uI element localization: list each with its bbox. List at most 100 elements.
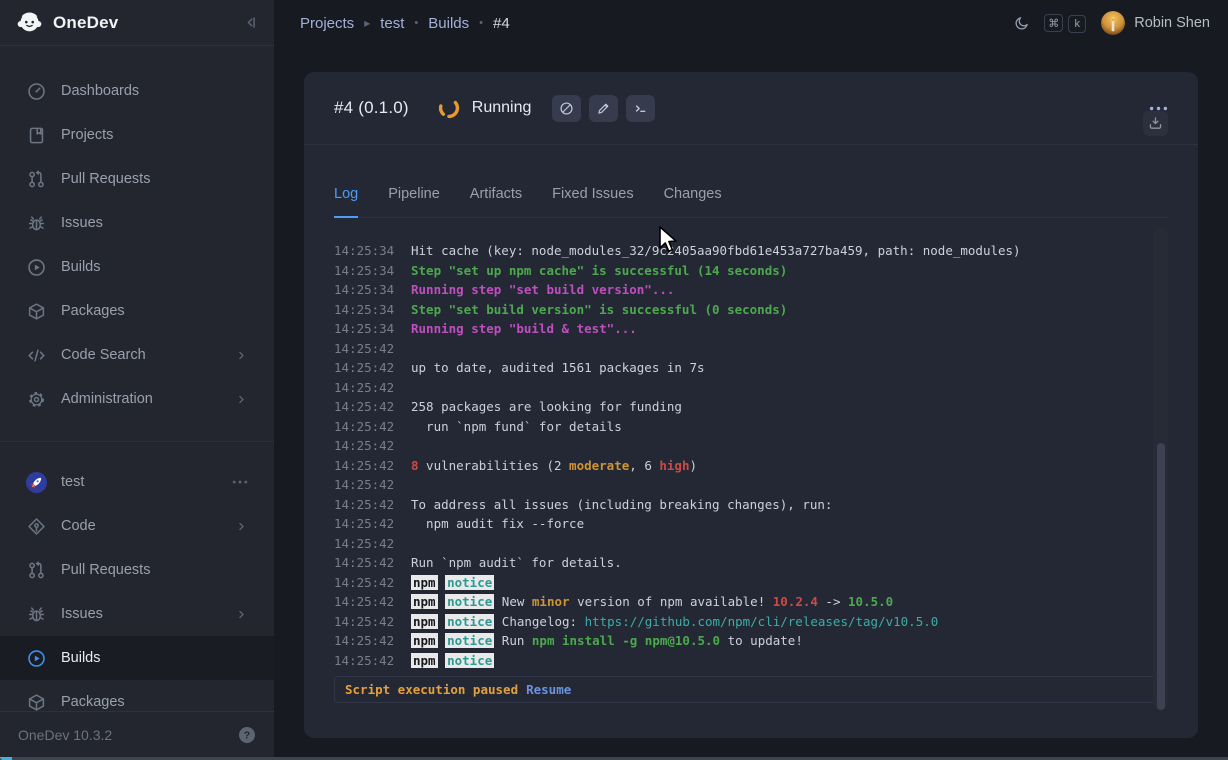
sidebar-item-label: Issues [61, 606, 103, 622]
breadcrumb-item-projects[interactable]: Projects [300, 15, 354, 32]
user-menu[interactable]: Robin Shen [1101, 11, 1210, 35]
build-status: Running [472, 99, 532, 117]
dashboard-icon [27, 82, 46, 101]
breadcrumb-item-test[interactable]: test [380, 15, 404, 32]
sidebar: OneDev DashboardsProjectsPull RequestsIs… [0, 0, 274, 757]
log-message: npm notice Changelog: https://github.com… [411, 612, 938, 632]
log-message: Hit cache (key: node_modules_32/9c2405aa… [411, 244, 1021, 261]
sidebar-item-label: Packages [61, 694, 125, 710]
sidebar-item-label: Code [61, 518, 96, 534]
tab-artifacts[interactable]: Artifacts [470, 186, 522, 217]
sidebar-item-issues[interactable]: Issues [0, 592, 274, 636]
tab-pipeline[interactable]: Pipeline [388, 186, 440, 217]
log-message: 258 packages are looking for funding [411, 397, 682, 417]
log-timestamp: 14:25:34 [334, 261, 395, 281]
package-icon [27, 693, 46, 712]
sidebar-item-projects[interactable]: Projects [0, 113, 274, 157]
sidebar-item-administration[interactable]: Administration [0, 377, 274, 421]
sidebar-item-label: Projects [61, 127, 113, 143]
log-line: 14:25:42Run `npm audit` for details. [334, 553, 1168, 573]
sidebar-project-section: test Code Pull Requests Issues Builds Packag… [0, 441, 274, 724]
paused-message: Script execution paused [345, 682, 518, 697]
log-line: 14:25:42npm notice Run npm install -g np… [334, 631, 1168, 651]
log-message: run `npm fund` for details [411, 417, 622, 437]
log-line: 14:25:42npm notice Changelog: https://gi… [334, 612, 1168, 632]
breadcrumb-item-builds[interactable]: Builds [428, 15, 469, 32]
log-timestamp: 14:25:34 [334, 280, 395, 300]
code-icon [27, 346, 46, 365]
sidebar-item-code-search[interactable]: Code Search [0, 333, 274, 377]
log-message: To address all issues (including breakin… [411, 495, 832, 515]
sidebar-item-dashboards[interactable]: Dashboards [0, 69, 274, 113]
keyboard-shortcut-hint: ⌘k [1044, 14, 1091, 33]
sidebar-item-builds[interactable]: Builds [0, 245, 274, 289]
log-line: 14:25:42 [334, 436, 1168, 456]
sidebar-item-builds[interactable]: Builds [0, 636, 274, 680]
log-line: 14:25:34 Running step "set build version"… [334, 280, 1168, 300]
sidebar-collapse-icon[interactable] [243, 15, 258, 30]
cancel-build-button[interactable] [552, 95, 581, 122]
tab-fixed-issues[interactable]: Fixed Issues [552, 186, 633, 217]
sidebar-item-label: Dashboards [61, 83, 139, 99]
sidebar-item-label: Pull Requests [61, 171, 150, 187]
log-message: npm notice New minor version of npm avai… [411, 592, 893, 612]
log-line: 14:25:42 [334, 475, 1168, 495]
tab-log[interactable]: Log [334, 186, 358, 218]
log-line: 14:25:34Hit cache (key: node_modules_32/… [334, 244, 1168, 261]
bug-icon [27, 605, 46, 624]
edit-build-button[interactable] [589, 95, 618, 122]
gear-icon [27, 390, 46, 409]
help-icon[interactable]: ? [238, 726, 256, 744]
log-scrollbar-thumb[interactable] [1157, 443, 1165, 710]
build-detail-card: #4 (0.1.0) Running LogPipelineArtifactsF… [304, 72, 1198, 738]
sidebar-item-label: Pull Requests [61, 562, 150, 578]
sidebar-item-label: Packages [61, 303, 125, 319]
log-message: Running step "set build version"... [411, 280, 674, 300]
dark-mode-toggle-icon[interactable] [1014, 15, 1030, 31]
project-more-icon[interactable] [232, 479, 248, 485]
running-spinner-icon [437, 96, 461, 120]
chevron-right-icon [235, 393, 248, 406]
log-line: 14:25:34 Running step "build & test"... [334, 319, 1168, 339]
log-message: npm notice Run npm install -g npm@10.5.0… [411, 631, 803, 651]
download-log-button[interactable] [1143, 111, 1168, 136]
log-timestamp: 14:25:42 [334, 514, 395, 534]
build-tabs: Log Pipeline Artifacts Fixed Issues Changes [334, 145, 1168, 218]
chevron-right-icon [235, 520, 248, 533]
sidebar-item-pull-requests[interactable]: Pull Requests [0, 157, 274, 201]
sidebar-project-menu: Code Pull Requests Issues Builds Packages [0, 504, 274, 724]
log-line: 14:25:34Step "set build version" is succ… [334, 300, 1168, 320]
sidebar-main-menu: Dashboards Projects Pull Requests IssuesBui… [0, 46, 274, 421]
sidebar-item-code[interactable]: Code [0, 504, 274, 548]
log-line: 14:25:42npm notice [334, 651, 1168, 669]
sidebar-project-switcher[interactable]: test [0, 460, 274, 504]
app-version: OneDev 10.3.2 [18, 727, 112, 743]
user-name: Robin Shen [1134, 15, 1210, 31]
sidebar-item-issues[interactable]: Issues [0, 201, 274, 245]
svg-text:?: ? [244, 729, 250, 741]
log-message: Running step "build & test"... [411, 319, 637, 339]
log-timestamp: 14:25:42 [334, 456, 395, 476]
breadcrumb-separator: ▸ [364, 16, 370, 30]
onedev-build-page: { "app": { "name": "OneDev", "version_la… [0, 0, 1228, 760]
sidebar-item-pull-requests[interactable]: Pull Requests [0, 548, 274, 592]
log-line: 14:25:34Step "set up npm cache" is succe… [334, 261, 1168, 281]
user-avatar [1101, 11, 1125, 35]
log-timestamp: 14:25:42 [334, 417, 395, 437]
web-terminal-button[interactable] [626, 95, 655, 122]
play-circle-icon [27, 258, 46, 277]
log-timestamp: 14:25:42 [334, 339, 395, 359]
topbar-right: ⌘k Robin Shen [1014, 11, 1210, 35]
sidebar-item-packages[interactable]: Packages [0, 289, 274, 333]
book-icon [27, 126, 46, 145]
sidebar-item-label: Code Search [61, 347, 146, 363]
build-log[interactable]: 14:25:34 Hit cache (key: node_modules_32/… [334, 244, 1168, 668]
project-name: test [61, 474, 84, 490]
log-timestamp: 14:25:34 [334, 319, 395, 339]
tab-changes[interactable]: Changes [664, 186, 722, 217]
breadcrumb-item--4[interactable]: #4 [493, 15, 510, 32]
resume-link[interactable]: Resume [526, 682, 571, 697]
log-message: Step "set build version" is successful (… [411, 300, 787, 320]
breadcrumb: Projects▸test•Builds•#4 [300, 15, 510, 32]
log-scrollbar-track[interactable] [1153, 228, 1168, 710]
